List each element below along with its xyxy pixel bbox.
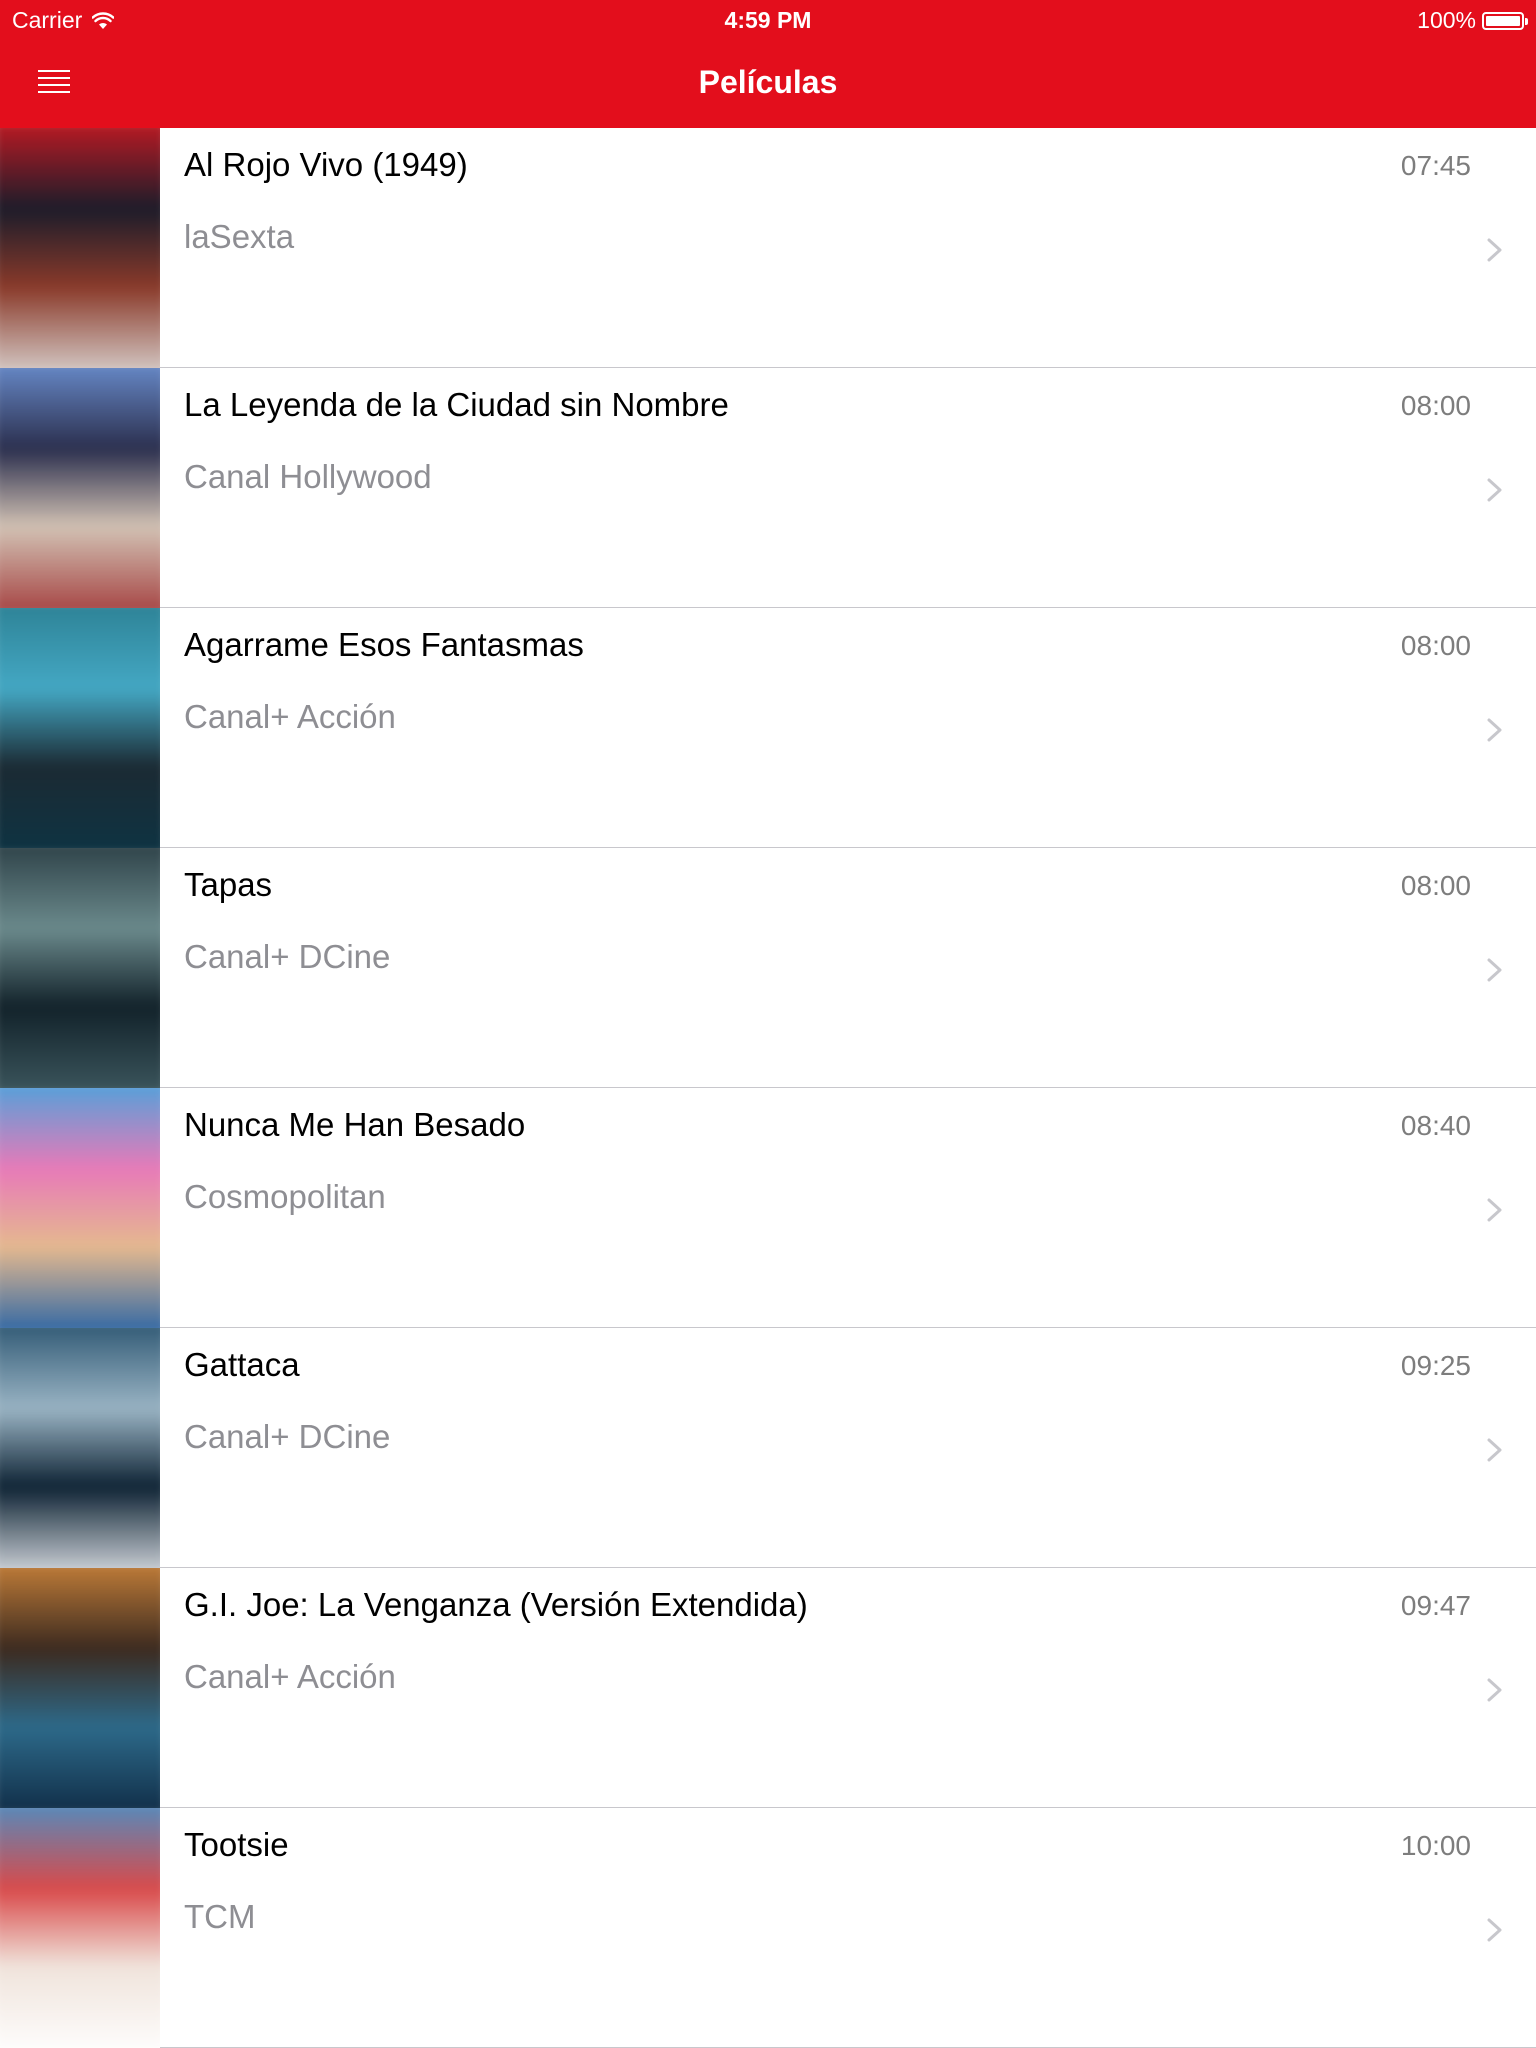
chevron-right-icon xyxy=(1487,238,1502,262)
chevron-right-icon xyxy=(1487,1678,1502,1702)
header: Carrier 4:59 PM 100% Películas xyxy=(0,0,1536,128)
movie-time: 09:47 xyxy=(1400,1590,1471,1621)
battery-percent: 100% xyxy=(1417,7,1476,33)
movie-row[interactable]: Al Rojo Vivo (1949) laSexta 07:45 xyxy=(0,128,1536,368)
movie-title: Gattaca xyxy=(184,1346,300,1383)
chevron-right-icon xyxy=(1487,1198,1502,1222)
movie-row[interactable]: G.I. Joe: La Venganza (Versión Extendida… xyxy=(0,1568,1536,1808)
chevron-right-icon xyxy=(1487,1918,1502,1942)
movie-row[interactable]: Tootsie TCM 10:00 xyxy=(0,1808,1536,2048)
movie-title: Tapas xyxy=(184,866,273,903)
movie-poster xyxy=(0,1088,160,1328)
movie-channel: TCM xyxy=(184,1898,256,1935)
movie-time: 09:25 xyxy=(1400,1350,1471,1381)
chevron-right-icon xyxy=(1487,718,1502,742)
nav-bar: Películas xyxy=(0,40,1536,128)
movie-row[interactable]: Gattaca Canal+ DCine 09:25 xyxy=(0,1328,1536,1568)
movie-title: La Leyenda de la Ciudad sin Nombre xyxy=(184,386,729,423)
movie-row[interactable]: Agarrame Esos Fantasmas Canal+ Acción 08… xyxy=(0,608,1536,848)
movie-time: 07:45 xyxy=(1400,150,1471,181)
movie-title: G.I. Joe: La Venganza (Versión Extendida… xyxy=(184,1586,808,1623)
movie-title: Tootsie xyxy=(184,1826,289,1863)
status-bar: Carrier 4:59 PM 100% xyxy=(0,0,1536,40)
movie-channel: Canal Hollywood xyxy=(184,458,432,495)
movie-time: 08:00 xyxy=(1400,630,1471,661)
movie-title: Nunca Me Han Besado xyxy=(184,1106,526,1143)
movie-channel: Canal+ Acción xyxy=(184,1658,396,1695)
status-time: 4:59 PM xyxy=(724,7,812,33)
movie-title: Agarrame Esos Fantasmas xyxy=(184,626,584,663)
movie-poster xyxy=(0,608,160,848)
movie-poster xyxy=(0,368,160,608)
movie-channel: Canal+ DCine xyxy=(184,938,391,975)
page-title: Películas xyxy=(698,64,838,100)
movie-time: 10:00 xyxy=(1400,1830,1471,1861)
movie-title: Al Rojo Vivo (1949) xyxy=(184,146,468,183)
movie-channel: Canal+ Acción xyxy=(184,698,396,735)
movie-poster xyxy=(0,1808,160,2048)
movie-time: 08:00 xyxy=(1400,390,1471,421)
chevron-right-icon xyxy=(1487,478,1502,502)
movie-poster xyxy=(0,128,160,368)
movie-channel: Cosmopolitan xyxy=(184,1178,386,1215)
movie-row[interactable]: Nunca Me Han Besado Cosmopolitan 08:40 xyxy=(0,1088,1536,1328)
movie-row[interactable]: La Leyenda de la Ciudad sin Nombre Canal… xyxy=(0,368,1536,608)
chevron-right-icon xyxy=(1487,958,1502,982)
movie-poster xyxy=(0,848,160,1088)
chevron-right-icon xyxy=(1487,1438,1502,1462)
movie-poster xyxy=(0,1328,160,1568)
movie-time: 08:00 xyxy=(1400,870,1471,901)
movie-channel: laSexta xyxy=(184,218,295,255)
movie-row[interactable]: Tapas Canal+ DCine 08:00 xyxy=(0,848,1536,1088)
movie-channel: Canal+ DCine xyxy=(184,1418,391,1455)
movie-time: 08:40 xyxy=(1400,1110,1471,1141)
status-battery: 100% xyxy=(1417,7,1528,34)
battery-icon xyxy=(1482,11,1528,30)
movie-poster xyxy=(0,1568,160,1808)
movie-list: Al Rojo Vivo (1949) laSexta 07:45 La Ley… xyxy=(0,128,1536,2048)
